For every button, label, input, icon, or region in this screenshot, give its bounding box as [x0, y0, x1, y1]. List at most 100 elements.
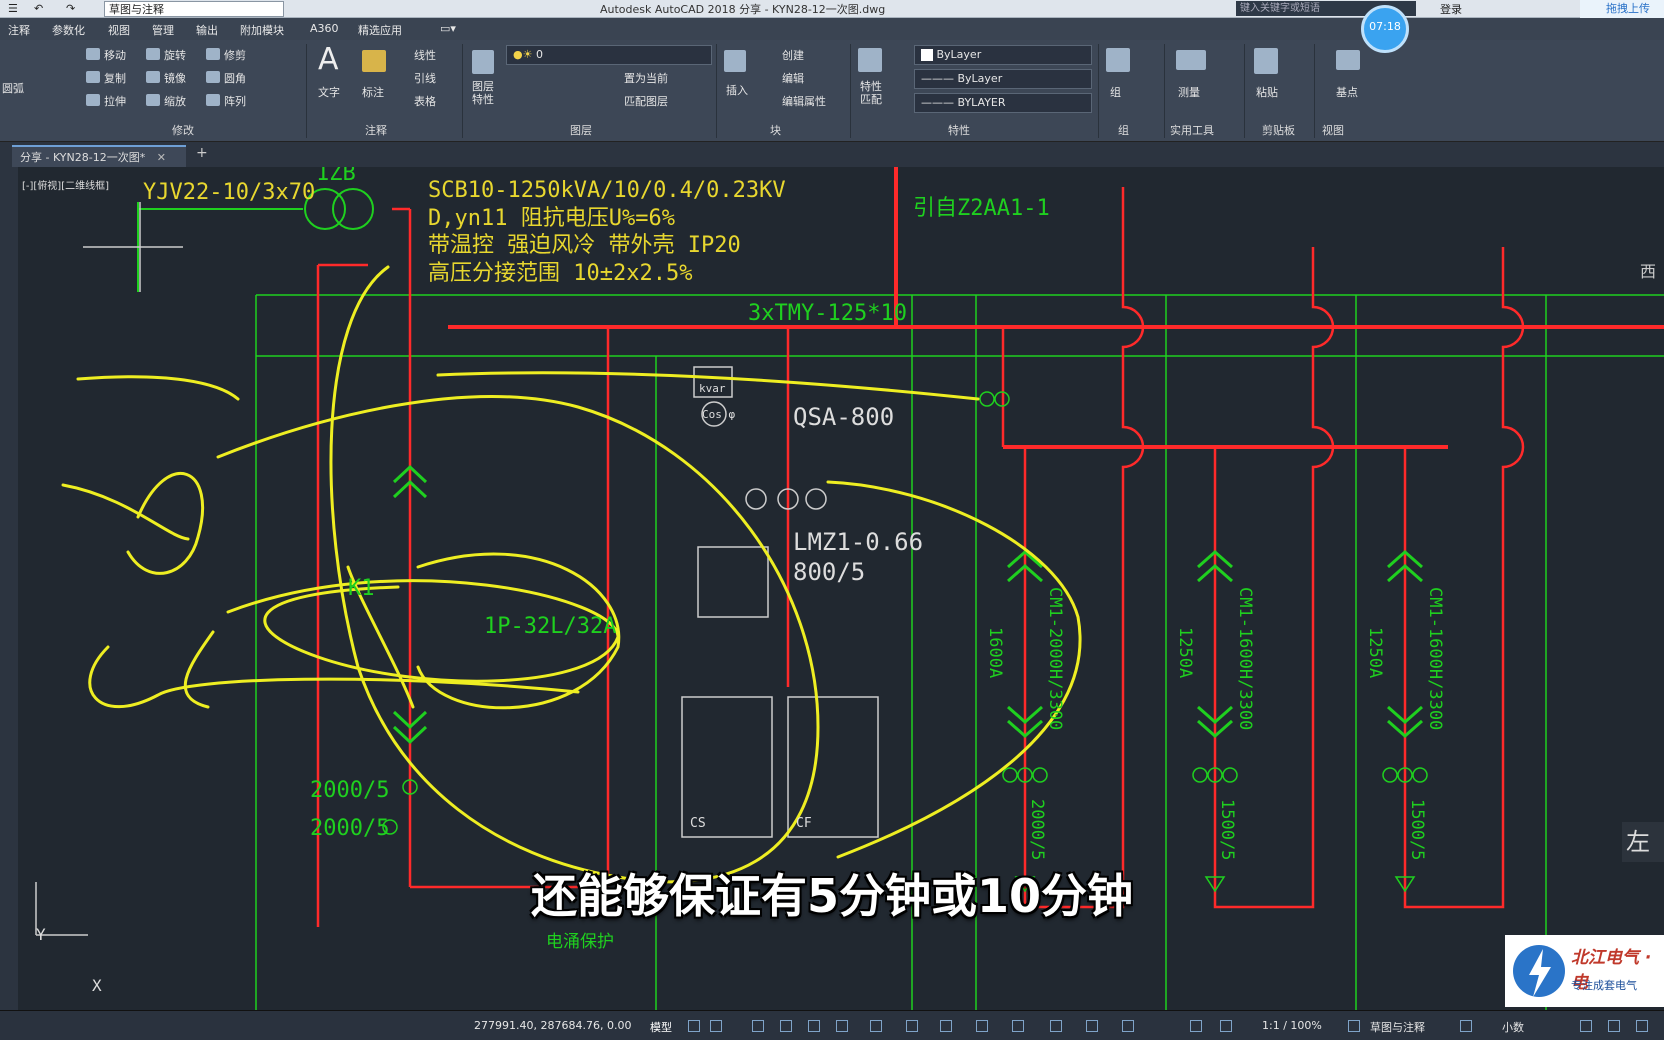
undo-icon[interactable]: ↶ — [34, 1, 43, 17]
viewcube-left[interactable]: 左 — [1622, 822, 1664, 862]
fullscreen-icon[interactable] — [1608, 1020, 1620, 1032]
workspace-switch[interactable]: 草图与注释 — [1370, 1019, 1425, 1035]
measure-button[interactable]: 测量 — [1178, 84, 1200, 100]
group-button[interactable]: 组 — [1110, 84, 1121, 100]
panel-label-clipboard[interactable]: 剪贴板 — [1262, 122, 1295, 138]
surge-protection-label: 电涌保护 — [546, 932, 614, 952]
clock-badge: 07:18 — [1361, 5, 1409, 53]
kvar-meter-label: kvar — [699, 382, 726, 395]
fillet-button[interactable]: 圆角 — [224, 70, 246, 86]
selection-cycling-icon[interactable] — [976, 1020, 988, 1032]
array-button[interactable]: 阵列 — [224, 93, 246, 109]
3d-osnap-icon[interactable] — [1012, 1020, 1024, 1032]
match-properties-button[interactable]: 特性 匹配 — [860, 80, 882, 106]
selection-filter-icon[interactable] — [1086, 1020, 1098, 1032]
customize-menu-icon[interactable] — [1636, 1020, 1648, 1032]
snap-icon[interactable] — [710, 1020, 722, 1032]
breaker-rating-2: 1250A — [1175, 627, 1195, 678]
trim-button[interactable]: 修剪 — [224, 47, 246, 63]
lineweight-dropdown[interactable]: ——— BYLAYER — [914, 93, 1092, 113]
arc-button[interactable]: 圆弧 — [2, 80, 24, 96]
leader-button[interactable]: 引线 — [414, 70, 436, 86]
create-block-button[interactable]: 创建 — [782, 47, 804, 63]
file-tab[interactable]: 分享 - KYN28-12一次图* ✕ — [12, 145, 186, 167]
object-track-icon[interactable] — [836, 1020, 848, 1032]
panel-label-modify[interactable]: 修改 — [172, 122, 194, 138]
panel-label-block[interactable]: 块 — [770, 122, 781, 138]
close-icon[interactable]: ✕ — [157, 151, 166, 164]
annotation-scale-dropdown[interactable]: 1:1 / 100% — [1262, 1019, 1322, 1032]
gear-icon[interactable] — [1348, 1020, 1360, 1032]
ortho-icon[interactable] — [752, 1020, 764, 1032]
panel-label-utilities[interactable]: 实用工具 — [1170, 122, 1214, 138]
units-dropdown[interactable]: 小数 — [1502, 1019, 1524, 1035]
redo-icon[interactable]: ↷ — [66, 1, 75, 17]
transparency-icon[interactable] — [940, 1020, 952, 1032]
ribbon-toggle-icon[interactable]: ▭▾ — [440, 22, 456, 35]
transformer-id-label: 1ZB — [316, 167, 356, 186]
panel-label-layers[interactable]: 图层 — [570, 122, 592, 138]
breaker-rating-3: 1250A — [1365, 627, 1385, 678]
tab-manage[interactable]: 管理 — [152, 22, 174, 38]
isolate-objects-icon[interactable] — [1580, 1020, 1592, 1032]
panel-label-groups[interactable]: 组 — [1118, 122, 1129, 138]
tab-addins[interactable]: 附加模块 — [240, 22, 284, 38]
app-menu-icon[interactable]: ☰ — [8, 1, 18, 17]
polar-icon[interactable] — [780, 1020, 792, 1032]
panel-label-properties[interactable]: 特性 — [948, 122, 970, 138]
layer-dropdown[interactable]: ●☀ 0 — [506, 45, 712, 65]
dimension-button[interactable]: 标注 — [362, 84, 384, 100]
tab-output[interactable]: 输出 — [196, 22, 218, 38]
plus-icon[interactable] — [1460, 1020, 1472, 1032]
tab-annotate[interactable]: 注释 — [8, 22, 30, 38]
set-current-button[interactable]: 置为当前 — [624, 70, 668, 86]
match-layer-button[interactable]: 匹配图层 — [624, 93, 668, 109]
copy-button[interactable]: 复制 — [104, 70, 126, 86]
workspace-dropdown[interactable]: 草图与注释 — [104, 1, 284, 17]
isodraft-icon[interactable] — [808, 1020, 820, 1032]
scale-button[interactable]: 缩放 — [164, 93, 186, 109]
insert-button[interactable]: 插入 — [726, 82, 748, 98]
layer-properties-button[interactable]: 图层 特性 — [472, 80, 494, 106]
insert-icon — [724, 50, 746, 72]
dynamic-ucs-icon[interactable] — [1050, 1020, 1062, 1032]
model-space-button[interactable]: 模型 — [650, 1019, 672, 1035]
text-button[interactable]: 文字 — [318, 84, 340, 100]
panel-label-annotation[interactable]: 注释 — [365, 122, 387, 138]
table-button[interactable]: 表格 — [414, 93, 436, 109]
new-tab-icon[interactable]: + — [196, 145, 208, 161]
lineweight-toggle-icon[interactable] — [906, 1020, 918, 1032]
edit-block-button[interactable]: 编辑 — [782, 70, 804, 86]
mirror-button[interactable]: 镜像 — [164, 70, 186, 86]
panel-label-view[interactable]: 视图 — [1322, 122, 1344, 138]
tab-view[interactable]: 视图 — [108, 22, 130, 38]
auto-scale-icon[interactable] — [1220, 1020, 1232, 1032]
osnap-icon[interactable] — [870, 1020, 882, 1032]
mirror-icon — [146, 71, 160, 83]
gizmo-icon[interactable] — [1122, 1020, 1134, 1032]
linear-dim-button[interactable]: 线性 — [414, 47, 436, 63]
status-bar: 277991.40, 287684.76, 0.00 模型 1:1 / 100%… — [0, 1010, 1664, 1040]
cf-label: CF — [796, 816, 812, 831]
login-button[interactable]: 登录 — [1440, 1, 1462, 17]
annotation-visibility-icon[interactable] — [1190, 1020, 1202, 1032]
edit-attributes-button[interactable]: 编辑属性 — [782, 93, 826, 109]
linetype-dropdown[interactable]: ——— ByLayer — [914, 69, 1092, 89]
rotate-button[interactable]: 旋转 — [164, 47, 186, 63]
upload-button[interactable]: 拖拽上传 — [1580, 0, 1664, 18]
grid-icon[interactable] — [688, 1020, 700, 1032]
move-button[interactable]: 移动 — [104, 47, 126, 63]
paste-button[interactable]: 粘贴 — [1256, 84, 1278, 100]
base-point-button[interactable]: 基点 — [1336, 84, 1358, 100]
tab-featured-apps[interactable]: 精选应用 — [358, 22, 402, 38]
panel-divider — [462, 44, 463, 138]
pen-annotations — [61, 265, 1082, 884]
viewcube-west[interactable]: 西 — [1640, 258, 1656, 282]
stretch-button[interactable]: 拉伸 — [104, 93, 126, 109]
ct-label-3: 2000/5 — [1027, 799, 1047, 860]
color-dropdown[interactable]: ByLayer — [914, 45, 1092, 65]
transformer-spec-line2: D,yn11 阻抗电压U%=6% — [428, 206, 675, 231]
coordinates-readout: 277991.40, 287684.76, 0.00 — [474, 1019, 632, 1032]
tab-a360[interactable]: A360 — [310, 22, 339, 35]
tab-parametric[interactable]: 参数化 — [52, 22, 85, 38]
